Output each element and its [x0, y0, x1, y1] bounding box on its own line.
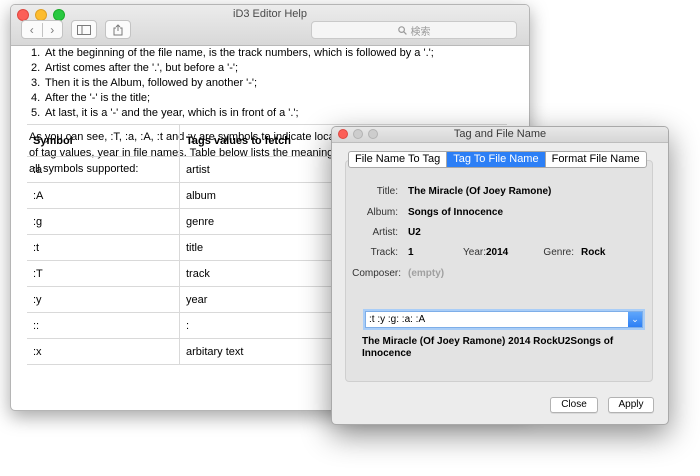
tag-file-name-dialog: Tag and File Name File Name To Tag Tag T… [331, 126, 669, 425]
file-name-pattern-combobox[interactable]: :t :y :g: :a: :A ⌄ [365, 311, 643, 328]
step-text: Artist comes after the '.', but before a… [45, 62, 239, 74]
step-text: Then it is the Album, followed by anothe… [45, 77, 258, 89]
year-value: 2014 [486, 247, 509, 258]
track-value: 1 [408, 247, 414, 258]
forward-icon[interactable]: › [43, 23, 63, 37]
steps-list: 1. At the beginning of the file name, is … [27, 46, 513, 121]
artist-label: Artist: [372, 227, 398, 238]
combobox-dropdown-button[interactable]: ⌄ [628, 312, 642, 327]
step-item: 4. After the '-' is the title; [31, 91, 513, 106]
genre-value: Rock [581, 247, 606, 258]
symbol-cell: :x [27, 338, 180, 365]
mode-tabs: File Name To Tag Tag To File Name Format… [348, 151, 647, 168]
help-window-title: iD3 Editor Help [233, 8, 307, 20]
search-icon [397, 25, 407, 35]
symbol-cell: :: [27, 312, 180, 339]
album-value: Songs of Innocence [408, 207, 504, 218]
artist-value: U2 [408, 227, 421, 238]
chevron-down-icon: ⌄ [631, 314, 639, 324]
apply-button[interactable]: Apply [608, 397, 654, 413]
symbol-cell: :a [27, 156, 180, 183]
symbol-cell: :t [27, 234, 180, 261]
step-text: After the '-' is the title; [45, 92, 151, 104]
tab-format-file-name[interactable]: Format File Name [546, 152, 646, 167]
step-item: 2. Artist comes after the '.', but before… [31, 61, 513, 76]
search-placeholder: 検索 [410, 26, 431, 38]
step-item: 5. At last, it is a '-' and the year, whi… [31, 106, 513, 121]
tab-file-name-to-tag[interactable]: File Name To Tag [349, 152, 448, 167]
year-label: Year: [463, 247, 486, 258]
sidebar-toggle-button[interactable] [71, 20, 97, 39]
step-number: 3. [31, 77, 41, 89]
search-input[interactable]: 検索 [311, 21, 517, 39]
symbol-cell: :T [27, 260, 180, 287]
step-number: 4. [31, 92, 41, 104]
tab-tag-to-file-name[interactable]: Tag To File Name [447, 152, 546, 167]
share-icon [113, 23, 123, 35]
dialog-title: Tag and File Name [453, 128, 547, 140]
symbol-cell: :y [27, 286, 180, 313]
step-number: 2. [31, 62, 41, 74]
album-label: Album: [366, 207, 398, 218]
track-label: Track: [370, 247, 398, 258]
symbol-cell: :A [27, 182, 180, 209]
dialog-titlebar: Tag and File Name [332, 127, 668, 143]
navigation-buttons: ‹ › [21, 20, 63, 39]
symbol-cell: :g [27, 208, 180, 235]
step-item: 3. Then it is the Album, followed by anot… [31, 76, 513, 91]
title-value: The Miracle (Of Joey Ramone) [408, 186, 552, 197]
back-icon[interactable]: ‹ [22, 22, 43, 37]
genre-label: Genre: [543, 247, 574, 258]
step-item: 1. At the beginning of the file name, is … [31, 46, 513, 61]
pattern-value[interactable]: :t :y :g: :a: :A [369, 313, 425, 327]
composer-label: Composer: [352, 268, 401, 279]
symbol-column-header: Symbol [27, 124, 180, 157]
sidebar-icon [77, 24, 91, 35]
share-button[interactable] [105, 20, 131, 39]
close-button[interactable]: Close [550, 397, 598, 413]
title-label: Title: [376, 186, 398, 197]
step-text: At last, it is a '-' and the year, which… [45, 107, 299, 119]
file-name-preview: The Miracle (Of Joey Ramone) 2014 RockU2… [362, 336, 614, 359]
help-titlebar: iD3 Editor Help ‹ › 検索 [11, 5, 529, 46]
step-text: At the beginning of the file name, is th… [45, 47, 434, 59]
step-number: 5. [31, 107, 41, 119]
composer-value: (empty) [408, 268, 445, 279]
step-number: 1. [31, 47, 41, 59]
